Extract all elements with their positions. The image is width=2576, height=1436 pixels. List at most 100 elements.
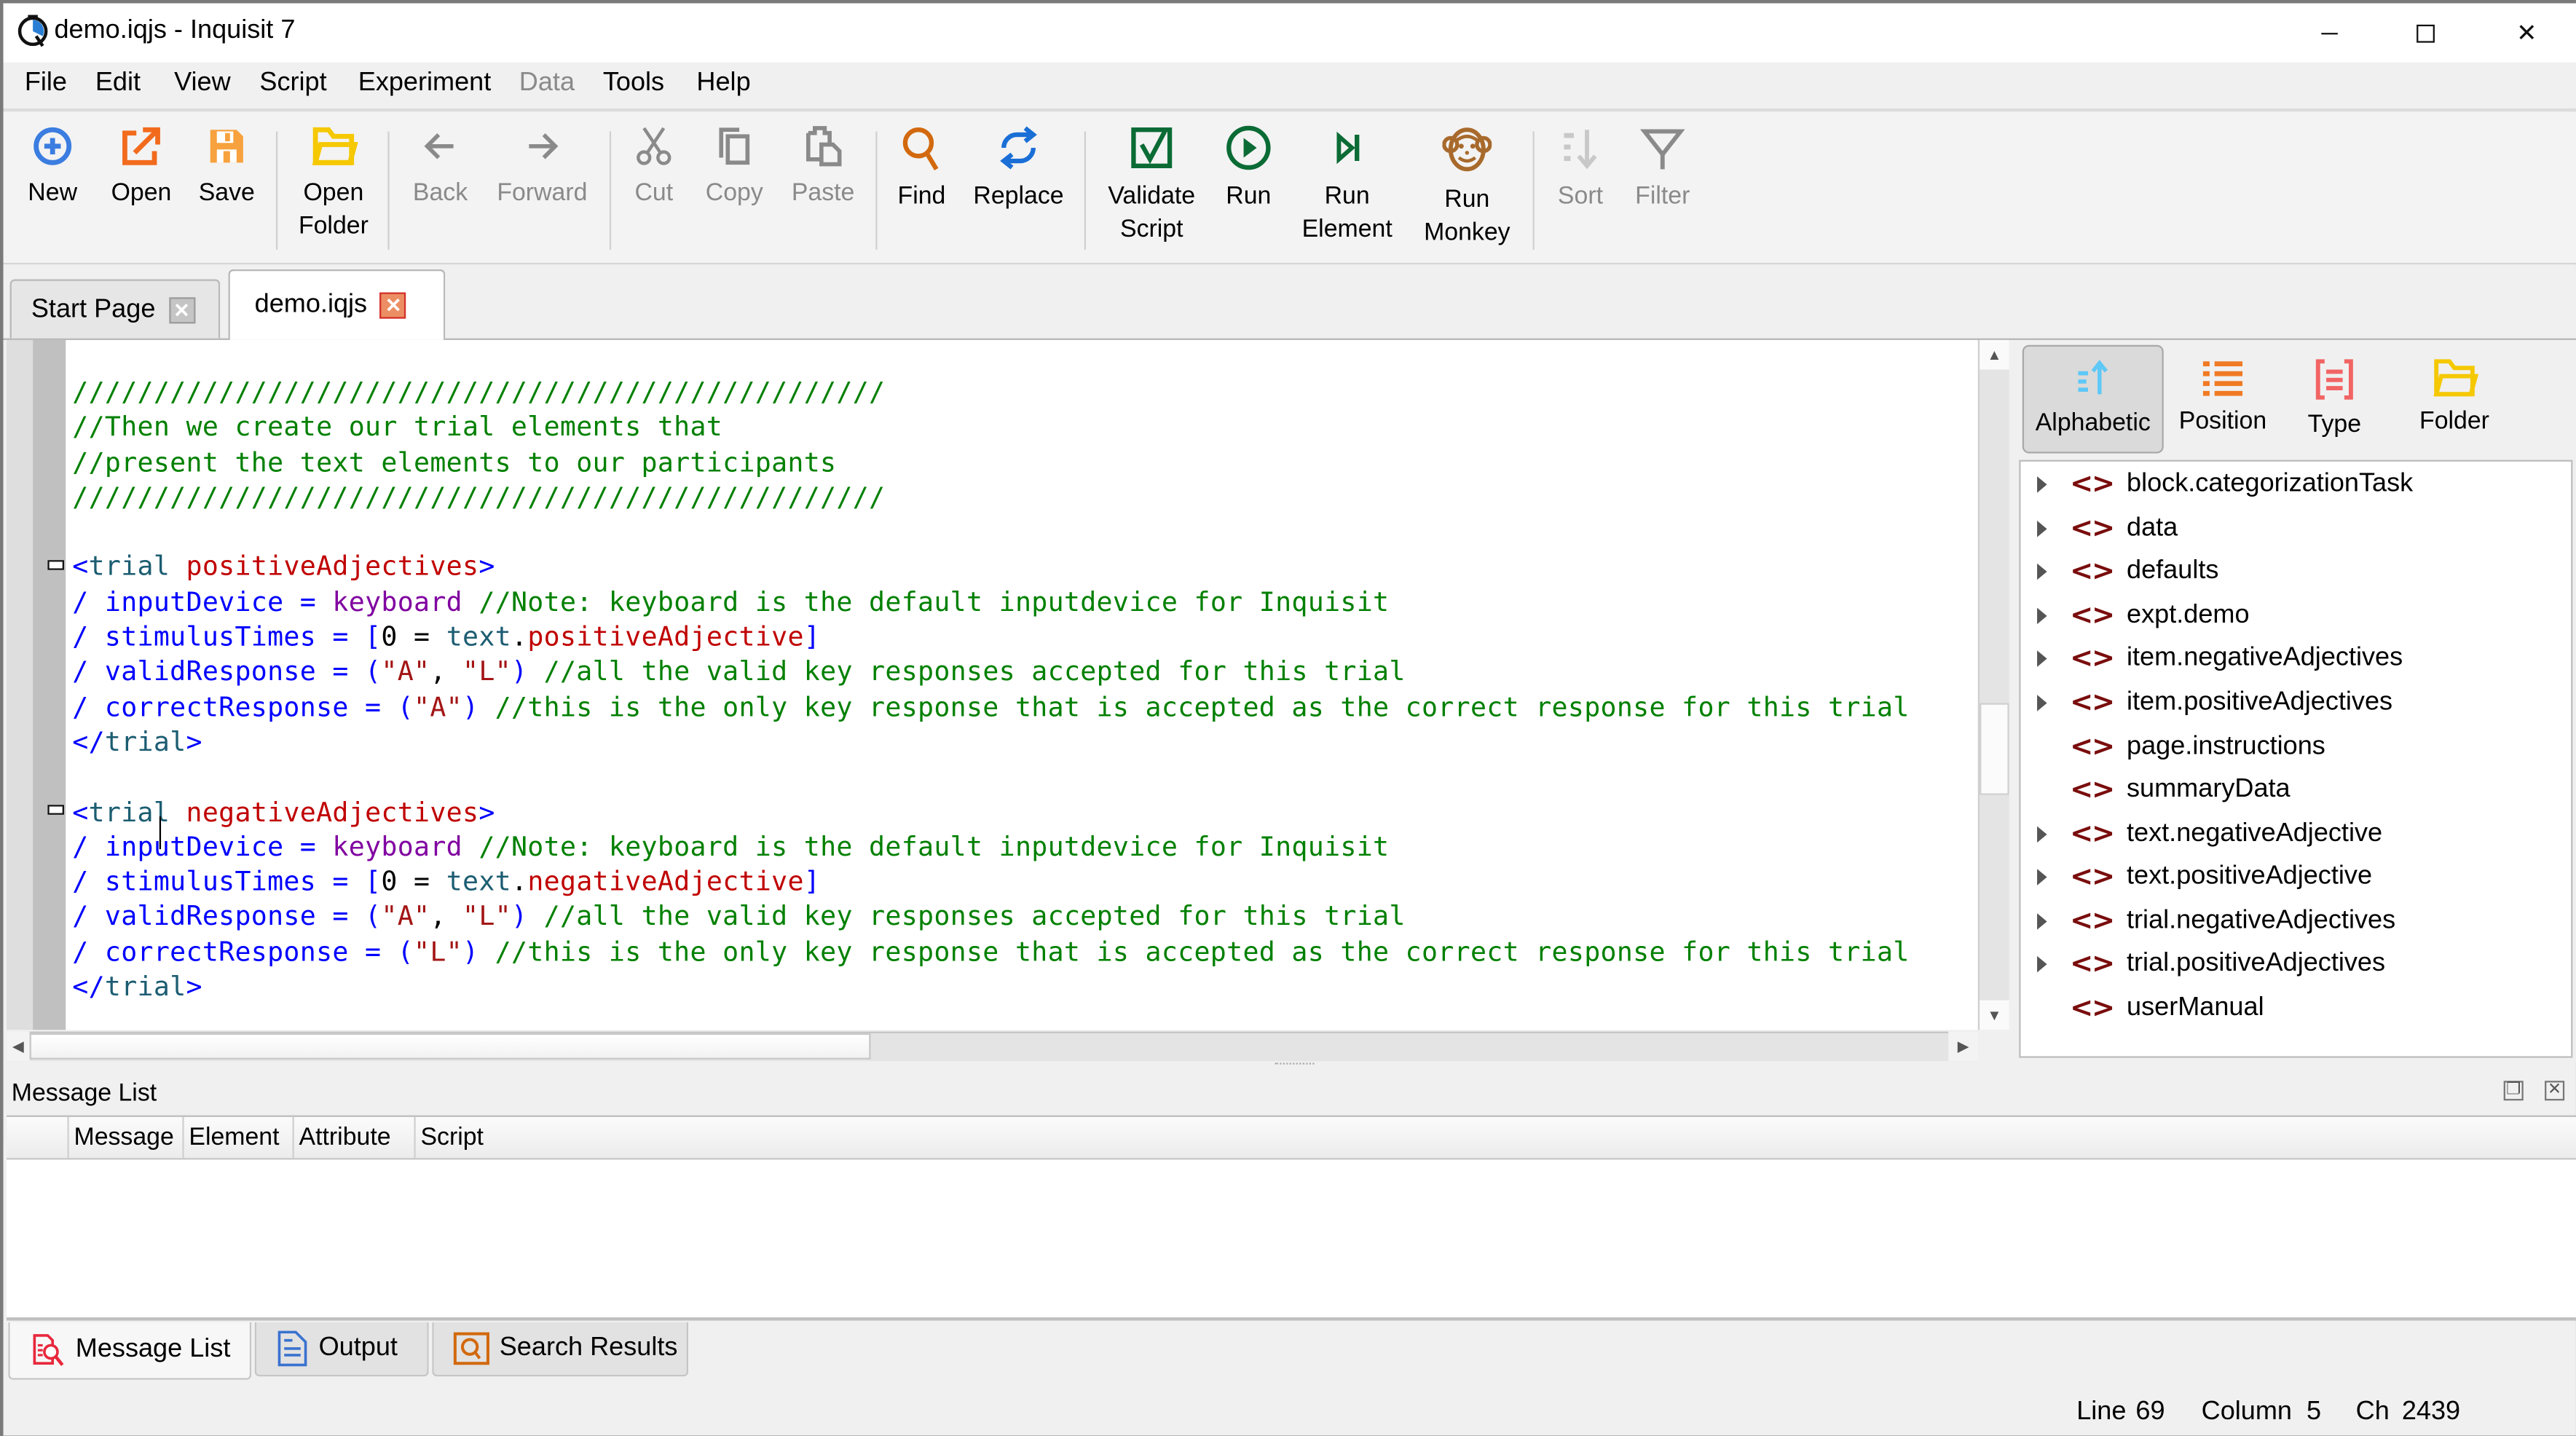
open-button[interactable]: Open <box>105 125 177 210</box>
menu-data[interactable]: Data <box>519 69 575 99</box>
code-line[interactable]: </trial> <box>72 969 1909 1004</box>
tree-item[interactable]: <> block.categorizationTask <box>2021 463 2413 506</box>
filter-button[interactable]: Filter <box>1630 125 1695 213</box>
code-line[interactable] <box>72 760 1909 794</box>
tree-item[interactable]: <> page.instructions <box>2021 726 2325 769</box>
code-line[interactable] <box>72 514 1909 549</box>
tab-close-button[interactable]: ✕ <box>168 296 195 323</box>
paste-button[interactable]: Paste <box>789 125 858 210</box>
close-window-button[interactable]: ✕ <box>2478 4 2576 63</box>
menu-experiment[interactable]: Experiment <box>358 69 492 99</box>
expand-arrow-icon[interactable] <box>2037 695 2047 711</box>
scroll-down-button[interactable]: ▼ <box>1980 1000 2009 1030</box>
code-line[interactable]: / validResponse = ("A", "L") //all the v… <box>72 655 1909 690</box>
tree-item[interactable]: <> expt.demo <box>2021 595 2250 638</box>
editor-horizontal-scrollbar[interactable]: ◀ ▶ <box>7 1031 1978 1062</box>
code-line[interactable]: <trial negativeAdjectives> <box>72 794 1909 829</box>
find-button[interactable]: Find <box>891 125 953 213</box>
message-list-body[interactable] <box>7 1159 2576 1321</box>
expand-arrow-icon[interactable] <box>2037 826 2047 843</box>
run-button[interactable]: Run <box>1219 125 1278 213</box>
float-panel-button[interactable]: ❐ <box>2503 1081 2524 1101</box>
code-line[interactable]: ////////////////////////////////////////… <box>72 374 1909 409</box>
tree-item[interactable]: <> item.positiveAdjectives <box>2021 682 2392 725</box>
replace-button[interactable]: Replace <box>969 125 1068 213</box>
cut-button[interactable]: Cut <box>624 125 683 210</box>
forward-button[interactable]: Forward <box>493 125 591 210</box>
code-line[interactable]: / stimulusTimes = [0 = text.negativeAdje… <box>72 864 1909 899</box>
expand-arrow-icon[interactable] <box>2037 563 2047 580</box>
expand-arrow-icon[interactable] <box>2037 607 2047 625</box>
expand-arrow-icon[interactable] <box>2037 869 2047 885</box>
splitter-handle[interactable] <box>1275 1062 1315 1069</box>
column-header-element[interactable]: Element <box>182 1116 292 1159</box>
back-button[interactable]: Back <box>407 125 473 210</box>
tree-item[interactable]: <> data <box>2021 508 2178 551</box>
sort-folder-button[interactable]: Folder <box>2387 345 2522 454</box>
expand-arrow-icon[interactable] <box>2037 955 2047 973</box>
menu-file[interactable]: File <box>25 69 67 99</box>
column-header-message[interactable]: Message <box>67 1116 182 1159</box>
code-line[interactable]: <trial positiveAdjectives> <box>72 549 1909 584</box>
save-button[interactable]: Save <box>194 125 259 210</box>
close-panel-button[interactable]: ✕ <box>2545 1081 2565 1101</box>
maximize-button[interactable] <box>2376 4 2474 63</box>
bottom-tab-search-results[interactable]: Search Results <box>432 1322 689 1377</box>
code-line[interactable]: </trial> <box>72 725 1909 760</box>
code-line[interactable]: / validResponse = ("A", "L") //all the v… <box>72 899 1909 934</box>
menu-view[interactable]: View <box>174 69 231 99</box>
copy-button[interactable]: Copy <box>700 125 769 210</box>
run-element-button[interactable]: Run Element <box>1298 125 1396 246</box>
code-text[interactable]: ////////////////////////////////////////… <box>72 374 1909 1004</box>
code-line[interactable]: / inputDevice = keyboard //Note: keyboar… <box>72 585 1909 620</box>
open-folder-button[interactable]: Open Folder <box>293 125 375 242</box>
tree-item[interactable]: <> defaults <box>2021 551 2218 593</box>
tree-item[interactable]: <> text.positiveAdjective <box>2021 856 2372 899</box>
code-editor[interactable]: ////////////////////////////////////////… <box>7 339 1978 1030</box>
tab-start-page[interactable]: Start Page ✕ <box>9 279 221 339</box>
fold-toggle-icon[interactable] <box>47 805 64 815</box>
scroll-thumb[interactable] <box>1980 703 2009 796</box>
fold-margin[interactable] <box>33 339 66 1030</box>
scroll-left-button[interactable]: ◀ <box>7 1031 30 1062</box>
tree-item[interactable]: <> item.negativeAdjectives <box>2021 637 2403 680</box>
sort-type-button[interactable]: Type <box>2274 345 2395 454</box>
code-line[interactable]: / inputDevice = keyboard //Note: keyboar… <box>72 829 1909 864</box>
menu-script[interactable]: Script <box>259 69 326 99</box>
sort-position-button[interactable]: Position <box>2154 345 2291 454</box>
menu-edit[interactable]: Edit <box>95 69 141 99</box>
code-line[interactable]: ////////////////////////////////////////… <box>72 479 1909 514</box>
sort-button[interactable]: Sort <box>1551 125 1610 213</box>
editor-vertical-scrollbar[interactable]: ▲ ▼ <box>1977 339 2009 1030</box>
tree-item[interactable]: <> text.negativeAdjective <box>2021 813 2382 856</box>
tree-item[interactable]: <> summaryData <box>2021 769 2290 812</box>
tab-close-button[interactable]: ✕ <box>380 292 407 319</box>
code-line[interactable]: / correctResponse = ("A") //this is the … <box>72 690 1909 725</box>
fold-toggle-icon[interactable] <box>47 560 64 570</box>
scroll-thumb[interactable] <box>29 1033 871 1060</box>
menu-help[interactable]: Help <box>696 69 750 99</box>
column-header-script[interactable]: Script <box>414 1116 512 1159</box>
validate-script-button[interactable]: Validate Script <box>1100 125 1202 246</box>
code-line[interactable]: / correctResponse = ("L") //this is the … <box>72 934 1909 969</box>
scroll-right-button[interactable]: ▶ <box>1948 1031 1978 1062</box>
bottom-tab-output[interactable]: Output <box>254 1322 429 1377</box>
code-line[interactable]: //present the text elements to our parti… <box>72 444 1909 479</box>
new-button[interactable]: New <box>20 125 85 210</box>
tab-demo-iqjs[interactable]: demo.iqjs ✕ <box>228 269 446 340</box>
expand-arrow-icon[interactable] <box>2037 476 2047 493</box>
tree-item[interactable]: <> trial.negativeAdjectives <box>2021 900 2395 943</box>
minimize-button[interactable] <box>2280 4 2379 63</box>
element-tree[interactable]: <> block.categorizationTask <> data <> defa… <box>2019 459 2573 1058</box>
tree-item[interactable]: <> trial.positiveAdjectives <box>2021 943 2385 986</box>
code-line[interactable]: / stimulusTimes = [0 = text.positiveAdje… <box>72 620 1909 655</box>
menu-tools[interactable]: Tools <box>603 69 664 99</box>
expand-arrow-icon[interactable] <box>2037 521 2047 537</box>
code-line[interactable]: //Then we create our trial elements that <box>72 409 1909 444</box>
expand-arrow-icon[interactable] <box>2037 650 2047 667</box>
sort-alphabetic-button[interactable]: Alphabetic <box>2022 344 2164 454</box>
column-header-attribute[interactable]: Attribute <box>292 1116 414 1159</box>
tree-item[interactable]: <> userManual <box>2021 987 2264 1030</box>
bottom-tab-message-list[interactable]: Message List <box>8 1322 252 1380</box>
expand-arrow-icon[interactable] <box>2037 913 2047 930</box>
